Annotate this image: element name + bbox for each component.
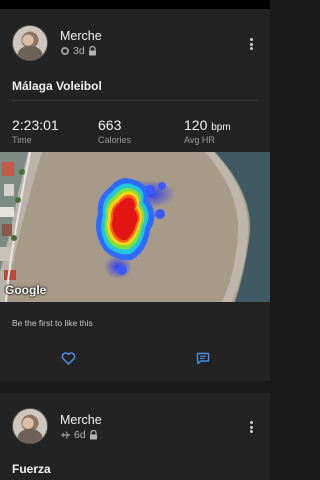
status-bar <box>0 0 270 9</box>
stat-label: Time <box>12 135 32 145</box>
google-logo: Google <box>5 283 47 297</box>
activity-map[interactable]: Google <box>0 152 270 302</box>
lock-icon <box>88 46 97 56</box>
stat-time: 2:23:01 Time <box>12 117 59 145</box>
more-options-icon[interactable] <box>246 419 256 435</box>
activity-title[interactable]: Málaga Voleibol <box>12 79 102 93</box>
watch-icon <box>60 46 70 56</box>
post-meta: 6d <box>60 429 98 441</box>
like-button[interactable] <box>59 352 77 370</box>
stat-label: Avg HR <box>184 135 215 145</box>
post-meta: 3d <box>60 45 97 57</box>
lock-icon <box>89 430 98 440</box>
divider <box>12 100 258 101</box>
more-options-icon[interactable] <box>246 36 256 52</box>
activity-card[interactable]: Merche 6d Fuerza <box>0 393 270 480</box>
time-ago: 6d <box>74 429 86 441</box>
likes-text[interactable]: Be the first to like this <box>12 318 93 328</box>
avatar[interactable] <box>12 25 48 61</box>
stat-calories: 663 Calories <box>98 117 131 145</box>
user-name[interactable]: Merche <box>60 29 102 43</box>
stat-value: 663 <box>98 117 122 133</box>
stat-label: Calories <box>98 135 132 145</box>
user-name[interactable]: Merche <box>60 413 102 427</box>
activity-title[interactable]: Fuerza <box>12 462 51 476</box>
comment-button[interactable] <box>194 352 212 370</box>
time-ago: 3d <box>73 45 85 57</box>
stat-value: 2:23:01 <box>12 117 59 133</box>
stat-value: 120 <box>184 117 208 133</box>
comment-icon <box>196 352 210 370</box>
activity-card[interactable]: Merche 3d Málaga Voleibol 2:23:01 Time 6… <box>0 9 270 381</box>
plane-icon <box>60 430 71 440</box>
stat-unit: bpm <box>211 122 231 133</box>
heart-icon <box>61 352 76 370</box>
avatar[interactable] <box>12 408 48 444</box>
stat-avg-hr: 120 bpm Avg HR <box>184 117 231 145</box>
